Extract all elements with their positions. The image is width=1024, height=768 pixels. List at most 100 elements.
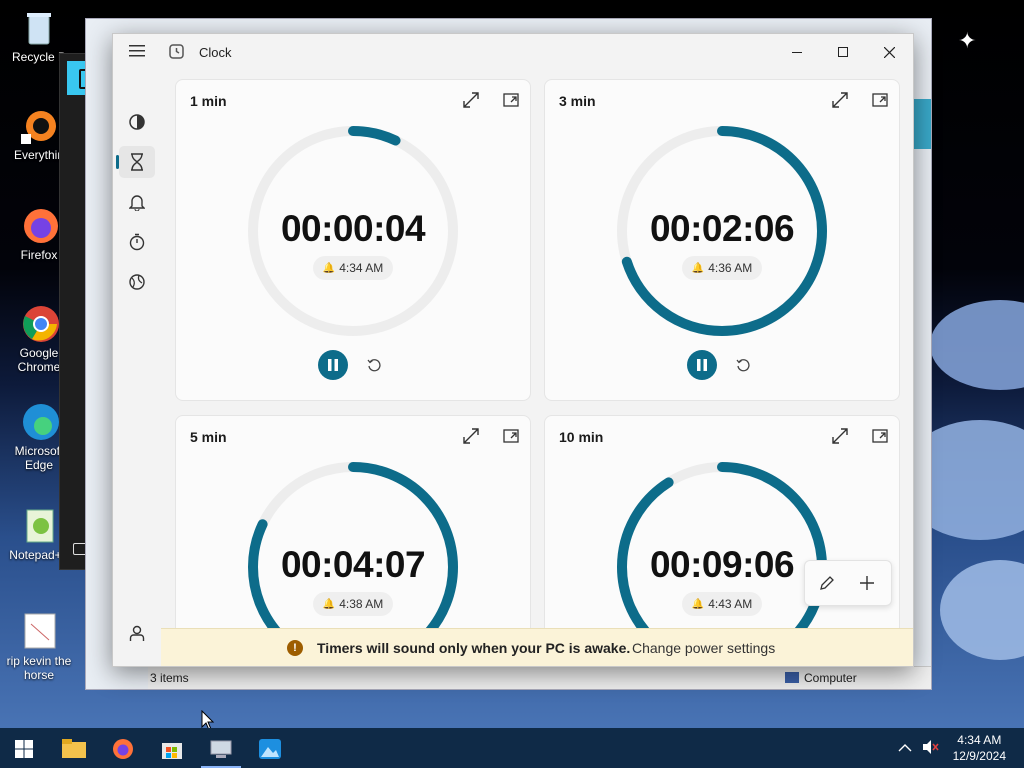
person-icon — [129, 625, 145, 641]
gear-icon — [128, 665, 146, 667]
taskbar: 4:34 AM 12/9/2024 — [0, 728, 1024, 768]
firefox-icon — [19, 206, 59, 246]
alarm-time-text: 4:36 AM — [708, 261, 753, 275]
start-button[interactable] — [4, 732, 44, 766]
tray-date: 12/9/2024 — [952, 749, 1006, 763]
expand-button[interactable] — [827, 88, 853, 112]
timer-countdown: 00:02:06 — [649, 208, 795, 249]
desktop-icon-label: Microsoft Edge — [14, 444, 64, 472]
timer-card[interactable]: 5 min 00:04:07 🔔 4:38 AM — [175, 415, 531, 657]
bell-icon — [129, 195, 145, 211]
title-bar[interactable]: Clock — [113, 34, 913, 68]
reset-icon — [367, 359, 381, 372]
windows-start-icon — [15, 740, 33, 758]
everything-icon — [19, 106, 59, 146]
navigation-rail — [113, 68, 161, 666]
nav-settings[interactable] — [119, 658, 155, 667]
volume-button[interactable] — [922, 739, 940, 760]
timer-countdown: 00:04:07 — [280, 544, 426, 585]
bell-icon: 🔔 — [322, 598, 336, 610]
pause-icon — [328, 359, 338, 371]
nav-timer[interactable] — [116, 146, 155, 178]
taskbar-microsoft-store[interactable] — [152, 732, 192, 766]
pause-button[interactable] — [318, 350, 348, 380]
maximize-icon — [838, 47, 848, 57]
expand-button[interactable] — [458, 88, 484, 112]
show-hidden-icons-button[interactable] — [898, 740, 912, 758]
expand-icon — [832, 428, 848, 444]
photos-icon — [259, 739, 281, 759]
firefox-icon — [113, 739, 133, 759]
timer-card[interactable]: 3 min 00:02:06 🔔 4:36 AM — [544, 79, 900, 401]
computer-icon — [210, 740, 232, 758]
cloud — [930, 300, 1024, 390]
keep-on-top-icon — [872, 429, 888, 443]
timer-card[interactable]: 1 min 00:00:04 🔔 4:34 AM — [175, 79, 531, 401]
expand-icon — [832, 92, 848, 108]
desktop-icon-label: Google Chrome — [17, 346, 61, 374]
edit-timers-button[interactable] — [813, 569, 841, 597]
reset-icon — [736, 359, 750, 372]
expand-button[interactable] — [458, 424, 484, 448]
nav-stopwatch[interactable] — [119, 226, 155, 258]
taskbar-computer[interactable] — [201, 732, 241, 768]
timer-label: 1 min — [190, 93, 227, 109]
keep-on-top-button[interactable] — [498, 424, 524, 448]
reset-button[interactable] — [359, 350, 389, 380]
desktop-icon-document[interactable]: rip kevin the horse — [4, 612, 74, 682]
keep-on-top-button[interactable] — [867, 88, 893, 112]
hourglass-icon — [131, 153, 143, 171]
change-power-settings-link[interactable]: Change power settings — [632, 640, 775, 656]
taskbar-firefox[interactable] — [103, 732, 143, 766]
recycle-bin-icon — [19, 8, 59, 48]
star-sparkle: ✦ — [958, 28, 977, 53]
timer-actions-bar — [804, 560, 892, 606]
pause-button[interactable] — [687, 350, 717, 380]
edge-icon — [19, 402, 59, 442]
timer-alarm-time: 🔔 4:34 AM — [313, 256, 393, 280]
timer-alarm-time: 🔔 4:38 AM — [313, 592, 393, 616]
chevron-up-icon — [898, 744, 912, 752]
minimize-icon — [792, 52, 802, 53]
pencil-icon — [820, 576, 834, 590]
microsoft-store-icon — [162, 743, 182, 759]
nav-alarm[interactable] — [119, 186, 155, 218]
timer-alarm-time: 🔔 4:43 AM — [682, 592, 762, 616]
file-explorer-icon — [62, 739, 86, 758]
nav-account[interactable] — [119, 618, 155, 650]
computer-icon — [785, 672, 799, 683]
taskbar-file-explorer[interactable] — [54, 732, 94, 766]
taskbar-photos[interactable] — [250, 732, 290, 766]
keep-on-top-icon — [503, 93, 519, 107]
add-timer-button[interactable] — [853, 569, 881, 597]
background-window-accent — [911, 99, 931, 149]
nav-focus-sessions[interactable] — [119, 106, 155, 138]
desktop-icon-label: Recycle B — [11, 50, 67, 64]
timer-card[interactable]: 10 min 00:09:06 🔔 4:43 AM — [544, 415, 900, 657]
bell-icon: 🔔 — [691, 598, 705, 610]
reset-button[interactable] — [728, 350, 758, 380]
focus-icon — [129, 114, 145, 130]
close-icon — [883, 46, 895, 58]
timer-label: 10 min — [559, 429, 604, 445]
alarm-time-text: 4:38 AM — [339, 597, 384, 611]
globe-icon — [129, 274, 145, 290]
keep-on-top-button[interactable] — [867, 424, 893, 448]
stopwatch-icon — [129, 233, 145, 251]
expand-icon — [463, 428, 479, 444]
minimize-button[interactable] — [775, 40, 819, 64]
keep-on-top-button[interactable] — [498, 88, 524, 112]
expand-button[interactable] — [827, 424, 853, 448]
nav-world-clock[interactable] — [119, 266, 155, 298]
clock-tray[interactable]: 4:34 AM 12/9/2024 — [953, 732, 1006, 764]
document-icon — [19, 612, 59, 652]
expand-icon — [463, 92, 479, 108]
hamburger-menu-button[interactable] — [119, 35, 155, 67]
chrome-icon — [19, 304, 59, 344]
close-button[interactable] — [867, 40, 911, 64]
alarm-time-text: 4:34 AM — [339, 261, 384, 275]
maximize-button[interactable] — [821, 40, 865, 64]
desktop-icon-label: Everythin — [13, 148, 65, 162]
cloud — [940, 560, 1024, 660]
timer-alarm-time: 🔔 4:36 AM — [682, 256, 762, 280]
